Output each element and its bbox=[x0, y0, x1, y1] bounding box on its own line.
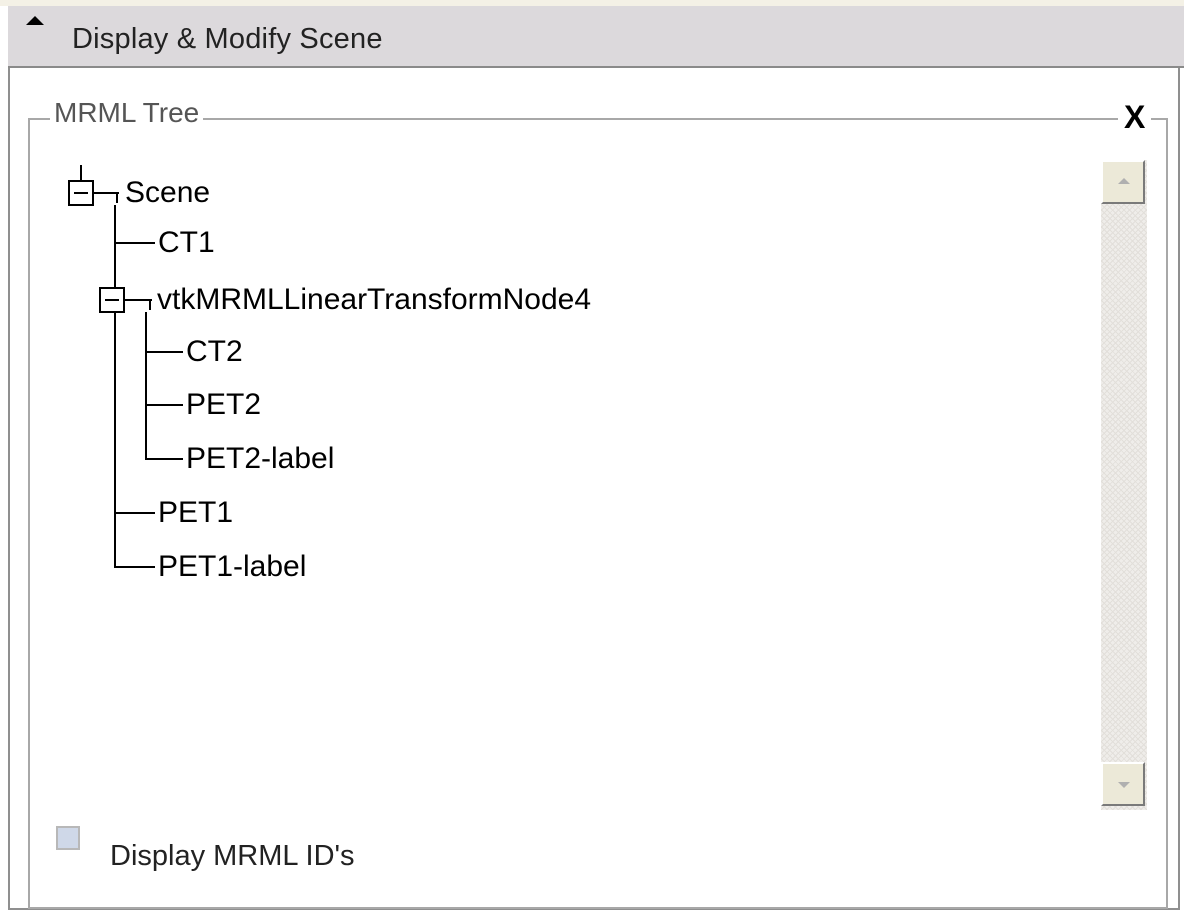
transform-collapse-icon[interactable] bbox=[99, 287, 125, 313]
tree-node-pet1[interactable]: PET1 bbox=[158, 496, 233, 530]
tree-node-transform[interactable]: vtkMRMLLinearTransformNode4 bbox=[157, 283, 591, 317]
vertical-scrollbar[interactable] bbox=[1101, 160, 1147, 810]
tree-lines bbox=[68, 165, 183, 568]
tree-node-pet2[interactable]: PET2 bbox=[186, 388, 261, 422]
arrow-up-icon bbox=[1118, 178, 1130, 184]
tree-node-pet1-label[interactable]: PET1-label bbox=[158, 550, 306, 584]
display-ids-label[interactable]: Display MRML ID's bbox=[110, 840, 355, 873]
mrml-tree: Scene CT1 vtkMRMLLinearTransformNode4 CT… bbox=[0, 0, 1184, 921]
display-ids-checkbox[interactable] bbox=[56, 826, 80, 850]
tree-node-scene[interactable]: Scene bbox=[125, 176, 210, 210]
scroll-up-button[interactable] bbox=[1101, 160, 1145, 204]
tree-node-ct2[interactable]: CT2 bbox=[186, 335, 243, 369]
scene-collapse-icon[interactable] bbox=[68, 180, 94, 206]
tree-node-ct1[interactable]: CT1 bbox=[158, 226, 215, 260]
arrow-down-icon bbox=[1118, 782, 1130, 788]
tree-node-pet2-label[interactable]: PET2-label bbox=[186, 442, 334, 476]
scroll-down-button[interactable] bbox=[1101, 762, 1145, 806]
